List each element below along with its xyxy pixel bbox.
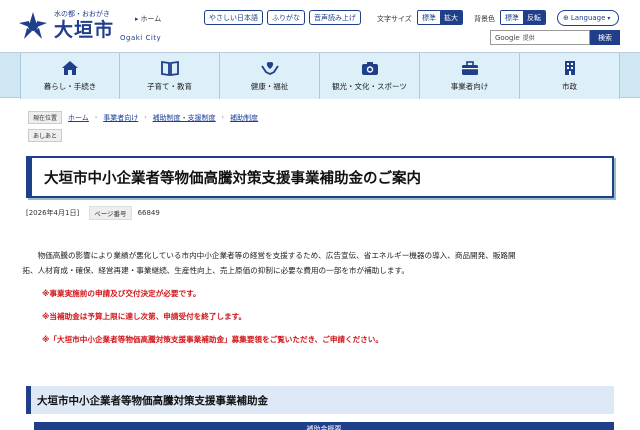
gnav-item-health[interactable]: 健康・福祉 bbox=[220, 53, 320, 99]
footprint-tag[interactable]: あしあと bbox=[28, 129, 63, 142]
logo-city-name-en: Ogaki City bbox=[120, 34, 162, 42]
intro-line-2: 拓、人材育成・確保、経営再建・事業継続、生産性向上、売上原価の抑制に必要な費用の… bbox=[22, 266, 409, 275]
caret-right-icon: ▸ bbox=[135, 15, 139, 23]
global-nav: 暮らし・手続き 子育て・教育 健康・福祉 観光・文化・スポーツ 事業者向け 市政 bbox=[0, 52, 640, 99]
gnav-label: 観光・文化・スポーツ bbox=[332, 82, 407, 91]
page-title-box: 大垣市中小企業者等物価高騰対策支援事業補助金のご案内 bbox=[26, 156, 614, 198]
logo-tagline: 水の都・おおがき bbox=[54, 10, 110, 18]
globe-icon: ⊕ bbox=[563, 14, 569, 22]
language-label: Language bbox=[570, 14, 606, 22]
gnav-item-business[interactable]: 事業者向け bbox=[420, 53, 520, 99]
breadcrumb-business[interactable]: 事業者向け bbox=[103, 113, 138, 123]
intro-line-1: 物価高騰の影響により業績が悪化している市内中小企業者等の経営を支援するため、広告… bbox=[37, 251, 516, 260]
site-header: 水の都・おおがき 大垣市 Ogaki City ▸ ホーム やさしい日本語 ふりが… bbox=[0, 0, 640, 52]
breadcrumb-home[interactable]: ホーム bbox=[68, 113, 89, 123]
city-emblem-icon bbox=[19, 11, 47, 39]
gnav-label: 事業者向け bbox=[450, 82, 489, 91]
language-selector[interactable]: ⊕ Language ▾ bbox=[557, 10, 619, 26]
search-brand: Google bbox=[495, 33, 520, 42]
bg-color-toggle: 標準 反転 bbox=[500, 10, 546, 25]
briefcase-icon bbox=[461, 61, 478, 75]
bg-color-invert[interactable]: 反転 bbox=[523, 11, 545, 24]
update-date: [2026年4月1日] bbox=[26, 209, 80, 217]
search-placeholder: 提供 bbox=[522, 35, 535, 42]
chevron-right-icon: › bbox=[144, 114, 147, 121]
header-home-link[interactable]: ▸ ホーム bbox=[135, 14, 161, 24]
home-label: ホーム bbox=[140, 15, 162, 23]
chevron-down-icon: ▾ bbox=[607, 14, 611, 22]
notice-guidelines: ※「大垣市中小企業者等物価高騰対策支援事業補助金」募集要領をご覧いただき、ご申請… bbox=[42, 335, 383, 344]
gnav-item-childcare[interactable]: 子育て・教育 bbox=[120, 53, 220, 99]
building-icon bbox=[564, 61, 575, 75]
chevron-right-icon: › bbox=[94, 114, 98, 121]
search-input[interactable]: Google 提供 bbox=[490, 30, 590, 45]
page-meta: [2026年4月1日] ページ番号 66849 bbox=[26, 206, 160, 220]
page-title: 大垣市中小企業者等物価高騰対策支援事業補助金のご案内 bbox=[44, 170, 421, 187]
bg-color-label: 背景色 bbox=[474, 15, 495, 23]
gnav-label: 子育て・教育 bbox=[147, 82, 192, 91]
table-header: 補助金概要 bbox=[34, 422, 614, 430]
notice-budget-limit: ※当補助金は予算上限に達し次第、申請受付を終了します。 bbox=[42, 312, 247, 321]
accessibility-buttons: やさしい日本語 ふりがな 音声読み上げ bbox=[204, 10, 361, 25]
read-aloud-button[interactable]: 音声読み上げ bbox=[309, 10, 361, 25]
breadcrumb-subsidy[interactable]: 補助制度 bbox=[230, 113, 258, 123]
font-size-large[interactable]: 拡大 bbox=[440, 11, 462, 24]
font-size-toggle: 標準 拡大 bbox=[417, 10, 463, 25]
bg-color-standard[interactable]: 標準 bbox=[501, 11, 523, 24]
furigana-button[interactable]: ふりがな bbox=[267, 10, 305, 25]
breadcrumb-support[interactable]: 補助制度・支援制度 bbox=[153, 113, 216, 123]
font-size-label: 文字サイズ bbox=[377, 15, 412, 23]
gnav-label: 健康・福祉 bbox=[250, 82, 289, 91]
book-icon bbox=[160, 60, 179, 76]
notice-prior-application: ※事業実施前の申請及び交付決定が必要です。 bbox=[42, 289, 201, 298]
chevron-right-icon: › bbox=[221, 114, 225, 121]
intro-text: 物価高騰の影響により業績が悪化している市内中小企業者等の経営を支援するため、広告… bbox=[22, 248, 602, 278]
page-id-label: ページ番号 bbox=[89, 206, 132, 220]
camera-icon bbox=[361, 62, 378, 75]
gnav-item-cityhall[interactable]: 市政 bbox=[520, 53, 620, 99]
easy-japanese-button[interactable]: やさしい日本語 bbox=[204, 10, 263, 25]
font-size-standard[interactable]: 標準 bbox=[418, 11, 440, 24]
house-icon bbox=[62, 61, 78, 75]
logo-city-name: 大垣市 bbox=[54, 19, 115, 41]
page-id: 66849 bbox=[137, 209, 160, 217]
gnav-item-living[interactable]: 暮らし・手続き bbox=[20, 53, 120, 99]
section-heading: 大垣市中小企業者等物価高騰対策支援事業補助金 bbox=[26, 386, 614, 414]
site-logo[interactable]: 水の都・おおがき 大垣市 bbox=[18, 10, 114, 41]
breadcrumb-label: 現在位置 bbox=[28, 111, 63, 124]
breadcrumb: 現在位置 ホーム › 事業者向け › 補助制度・支援制度 › 補助制度 bbox=[28, 111, 264, 124]
search-button[interactable]: 検索 bbox=[590, 30, 620, 45]
gnav-label: 市政 bbox=[562, 82, 577, 91]
hands-heart-icon bbox=[260, 62, 279, 76]
gnav-item-tourism[interactable]: 観光・文化・スポーツ bbox=[320, 53, 420, 99]
site-search: Google 提供 検索 bbox=[490, 30, 620, 45]
gnav-label: 暮らし・手続き bbox=[43, 82, 97, 91]
